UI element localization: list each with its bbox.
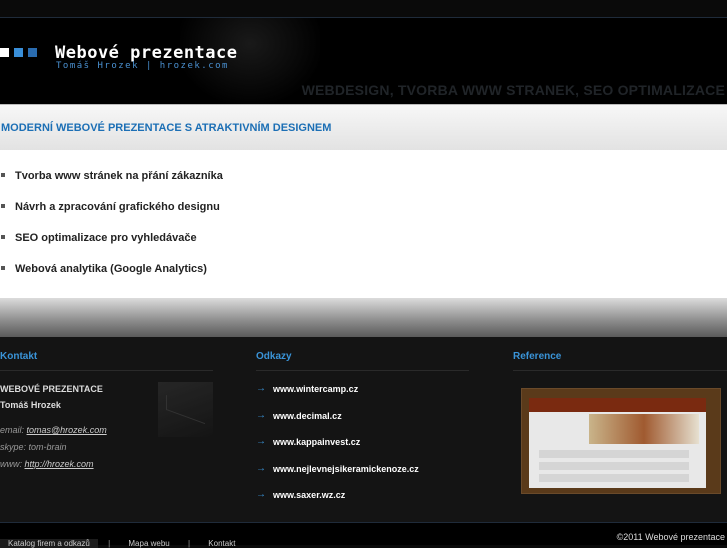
- link-label[interactable]: www.decimal.cz: [273, 411, 342, 421]
- content-footer-gradient: [0, 298, 727, 337]
- copyright-text: ©2011 Webové prezentace: [616, 532, 725, 542]
- bullet-icon: [1, 204, 5, 208]
- column-divider: [0, 370, 213, 371]
- services-list: Tvorba www stránek na přání zákazníka Ná…: [0, 170, 223, 294]
- service-label: Tvorba www stránek na přání zákazníka: [15, 170, 223, 182]
- link-label[interactable]: www.nejlevnejsikeramickenoze.cz: [273, 464, 419, 474]
- contact-org: WEBOVÉ PREZENTACE: [0, 384, 103, 394]
- site-logo-title[interactable]: Webové prezentace: [55, 43, 238, 63]
- links-list: → www.wintercamp.cz → www.decimal.cz → www.…: [256, 383, 419, 517]
- arrow-right-icon: →: [256, 462, 266, 474]
- envelope-icon: [158, 382, 213, 437]
- contact-www-row: www: http://hrozek.com: [0, 459, 94, 469]
- main-heading-bar: MODERNÍ WEBOVÉ PREZENTACE S ATRAKTIVNÍM …: [0, 104, 727, 151]
- site-header: Webové prezentace Tomáš Hrozek | hrozek.…: [0, 18, 727, 104]
- nav-separator: |: [187, 539, 191, 548]
- links-column: Odkazy → www.wintercamp.cz → www.decimal.c…: [256, 337, 469, 522]
- service-item: Webová analytika (Google Analytics): [0, 263, 223, 294]
- service-item: Tvorba www stránek na přání zákazníka: [0, 170, 223, 201]
- site-logo-subtitle: Tomáš Hrozek | hrozek.com: [56, 61, 229, 71]
- contact-email-row: email: tomas@hrozek.com: [0, 425, 107, 435]
- contact-skype-row: skype: tom-brain: [0, 442, 67, 452]
- link-label[interactable]: www.saxer.wz.cz: [273, 490, 345, 500]
- bullet-icon: [1, 235, 5, 239]
- bottom-bar: Katalog firem a odkazů | Mapa webu | Kon…: [0, 523, 727, 548]
- skype-value: tom-brain: [28, 442, 67, 452]
- arrow-right-icon: →: [256, 409, 266, 421]
- link-item[interactable]: → www.kappainvest.cz: [256, 436, 419, 464]
- bullet-icon: [1, 266, 5, 270]
- header-tagline: WEBDESIGN, TVORBA WWW STRANEK, SEO OPTIM…: [301, 82, 725, 98]
- service-item: Návrh a zpracování grafického designu: [0, 201, 223, 232]
- logo-squares-icon: [0, 48, 37, 57]
- services-section: Tvorba www stránek na přání zákazníka Ná…: [0, 150, 727, 298]
- link-item[interactable]: → www.wintercamp.cz: [256, 383, 419, 411]
- service-label: SEO optimalizace pro vyhledávače: [15, 232, 197, 244]
- bullet-icon: [1, 173, 5, 177]
- thumbnail-row: [539, 474, 689, 482]
- arrow-right-icon: →: [256, 489, 266, 500]
- link-label[interactable]: www.kappainvest.cz: [273, 437, 360, 447]
- arrow-right-icon: →: [256, 383, 266, 394]
- arrow-right-icon: →: [256, 436, 266, 447]
- site-footer: Kontakt WEBOVÉ PREZENTACE Tomáš Hrozek e…: [0, 337, 727, 522]
- reference-thumbnail[interactable]: [521, 388, 721, 494]
- nav-link-sitemap[interactable]: Mapa webu: [120, 539, 177, 548]
- page-title: MODERNÍ WEBOVÉ PREZENTACE S ATRAKTIVNÍM …: [1, 122, 332, 134]
- column-divider: [513, 370, 727, 371]
- email-label: email:: [0, 425, 25, 435]
- nav-link-catalog[interactable]: Katalog firem a odkazů: [0, 539, 98, 548]
- envelope-flap: [166, 394, 205, 425]
- reference-screenshot-image: [529, 398, 706, 488]
- nav-separator: |: [108, 539, 111, 548]
- links-heading: Odkazy: [256, 351, 292, 362]
- link-item[interactable]: → www.nejlevnejsikeramickenoze.cz: [256, 462, 419, 491]
- logo-square-blue: [14, 48, 23, 57]
- contact-name: Tomáš Hrozek: [0, 400, 61, 410]
- www-label: www:: [0, 459, 22, 469]
- bottom-nav: Katalog firem a odkazů | Mapa webu | Kon…: [0, 539, 243, 548]
- logo-square-dark-blue: [28, 48, 37, 57]
- logo-square-white: [0, 48, 9, 57]
- nav-link-contact[interactable]: Kontakt: [200, 539, 243, 548]
- thumbnail-row: [539, 450, 689, 458]
- link-item[interactable]: → www.saxer.wz.cz: [256, 489, 419, 517]
- reference-column: Reference: [513, 337, 727, 522]
- link-label[interactable]: www.wintercamp.cz: [273, 384, 358, 394]
- skype-label: skype:: [0, 442, 27, 452]
- service-label: Webová analytika (Google Analytics): [15, 263, 207, 275]
- column-divider: [256, 370, 469, 371]
- link-item[interactable]: → www.decimal.cz: [256, 409, 419, 438]
- contact-heading: Kontakt: [0, 351, 38, 362]
- contact-column: Kontakt WEBOVÉ PREZENTACE Tomáš Hrozek e…: [0, 337, 213, 522]
- service-item: SEO optimalizace pro vyhledávače: [0, 232, 223, 263]
- thumbnail-banner: [589, 414, 699, 444]
- email-link[interactable]: tomas@hrozek.com: [27, 425, 107, 435]
- reference-heading: Reference: [513, 351, 562, 362]
- service-label: Návrh a zpracování grafického designu: [15, 201, 220, 213]
- thumbnail-row: [539, 462, 689, 470]
- www-link[interactable]: http://hrozek.com: [25, 459, 94, 469]
- thumbnail-header: [529, 398, 706, 412]
